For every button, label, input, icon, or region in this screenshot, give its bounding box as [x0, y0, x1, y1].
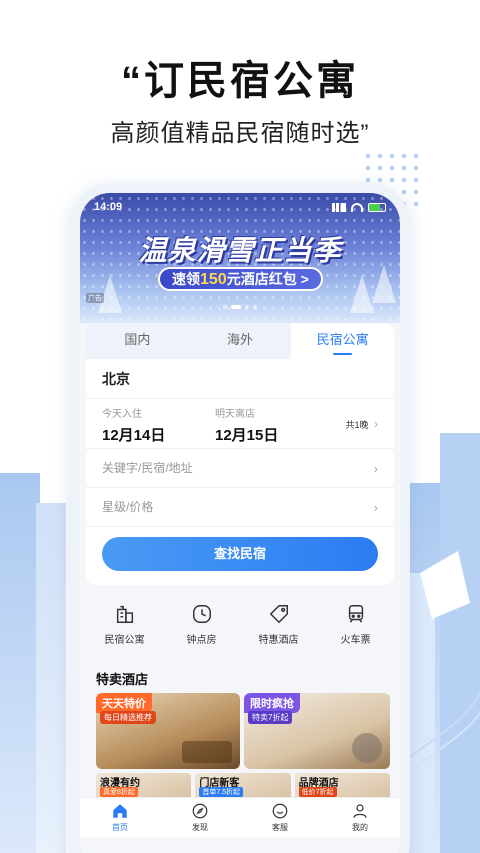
ad-badge: 广告: [86, 293, 104, 303]
service-icon: [272, 803, 288, 819]
tab-homestay[interactable]: 民宿公寓: [291, 323, 394, 359]
status-time: 14:09: [94, 201, 123, 213]
user-icon: [353, 804, 367, 818]
train-icon: [348, 605, 363, 623]
city-selector[interactable]: 北京: [86, 359, 394, 399]
deal-subtitle: 每日精选推荐: [100, 711, 156, 724]
tree-decor: [372, 265, 396, 303]
building-icon: [116, 605, 133, 623]
keyword-input[interactable]: 关键字/民宿/地址 ›: [86, 449, 394, 488]
nav-home[interactable]: 首页: [80, 798, 160, 837]
status-bar: 14:09: [94, 199, 386, 215]
deal-card-flash[interactable]: 限时疯抢 特卖7折起: [244, 693, 390, 769]
deal-title: 限时疯抢: [244, 693, 300, 713]
deal-title: 天天特价: [96, 693, 152, 713]
compass-icon: [192, 803, 208, 819]
checkout-date[interactable]: 12月15日: [215, 424, 328, 445]
promo-title: “订民宿公寓: [121, 59, 359, 103]
quick-link-discount-hotel[interactable]: 特惠酒店: [240, 597, 317, 659]
quick-link-homestay[interactable]: 民宿公寓: [86, 597, 163, 659]
promo-banner[interactable]: 14:09 温泉滑雪正当季 速领150元酒店红包 > 广告: [80, 193, 400, 323]
banner-coupon-button[interactable]: 速领150元酒店红包 >: [158, 267, 323, 291]
phone-frame: 14:09 温泉滑雪正当季 速领150元酒店红包 > 广告 国内 海外 民宿公寓…: [70, 183, 410, 853]
chevron-right-icon: ›: [373, 500, 378, 515]
deals-section-title: 特卖酒店: [96, 672, 149, 687]
tag-icon: [269, 605, 288, 624]
checkin-date[interactable]: 12月14日: [102, 424, 215, 445]
wifi-icon: [351, 202, 363, 212]
quick-links: 民宿公寓 钟点房 特惠酒店 火车票: [86, 597, 394, 659]
deal-image: [352, 733, 382, 763]
bottom-nav: 首页 发现 客服 我的: [80, 797, 400, 837]
signal-icon: [332, 202, 346, 212]
star-price-filter[interactable]: 星级/价格 ›: [86, 488, 394, 527]
banner-title: 温泉滑雪正当季: [138, 235, 342, 266]
app-screen: 14:09 温泉滑雪正当季 速领150元酒店红包 > 广告 国内 海外 民宿公寓…: [80, 193, 400, 853]
chevron-right-icon: ›: [374, 417, 378, 431]
checkin-label: 今天入住: [102, 409, 142, 420]
promo-subtitle: 高颜值精品民宿随时选”: [110, 120, 370, 147]
nav-discover[interactable]: 发现: [160, 798, 240, 837]
quick-link-hourly[interactable]: 钟点房: [163, 597, 240, 659]
chevron-right-icon: ›: [373, 461, 378, 476]
quick-link-train[interactable]: 火车票: [317, 597, 394, 659]
search-tabs: 国内 海外 民宿公寓: [86, 323, 394, 359]
battery-icon: [368, 202, 386, 212]
nights-count: 共1晚 ›: [345, 417, 378, 431]
home-icon: [113, 804, 127, 818]
search-homestay-button[interactable]: 查找民宿: [102, 537, 378, 571]
search-card: 国内 海外 民宿公寓 北京 今天入住 12月14日 明天离店 12月15日 共1…: [86, 323, 394, 585]
carousel-indicator: [80, 305, 400, 309]
nav-profile[interactable]: 我的: [320, 798, 400, 837]
checkout-label: 明天离店: [215, 409, 255, 420]
nav-service[interactable]: 客服: [240, 798, 320, 837]
deal-card-daily[interactable]: 天天特价 每日精选推荐: [96, 693, 240, 769]
deal-image: [182, 741, 232, 763]
clock-icon: [192, 605, 211, 623]
tab-overseas[interactable]: 海外: [189, 323, 292, 359]
date-selector[interactable]: 今天入住 12月14日 明天离店 12月15日 共1晚 ›: [86, 399, 394, 449]
deal-subtitle: 特卖7折起: [248, 711, 293, 724]
tab-domestic[interactable]: 国内: [86, 323, 189, 359]
chevron-right-icon: >: [300, 271, 309, 287]
